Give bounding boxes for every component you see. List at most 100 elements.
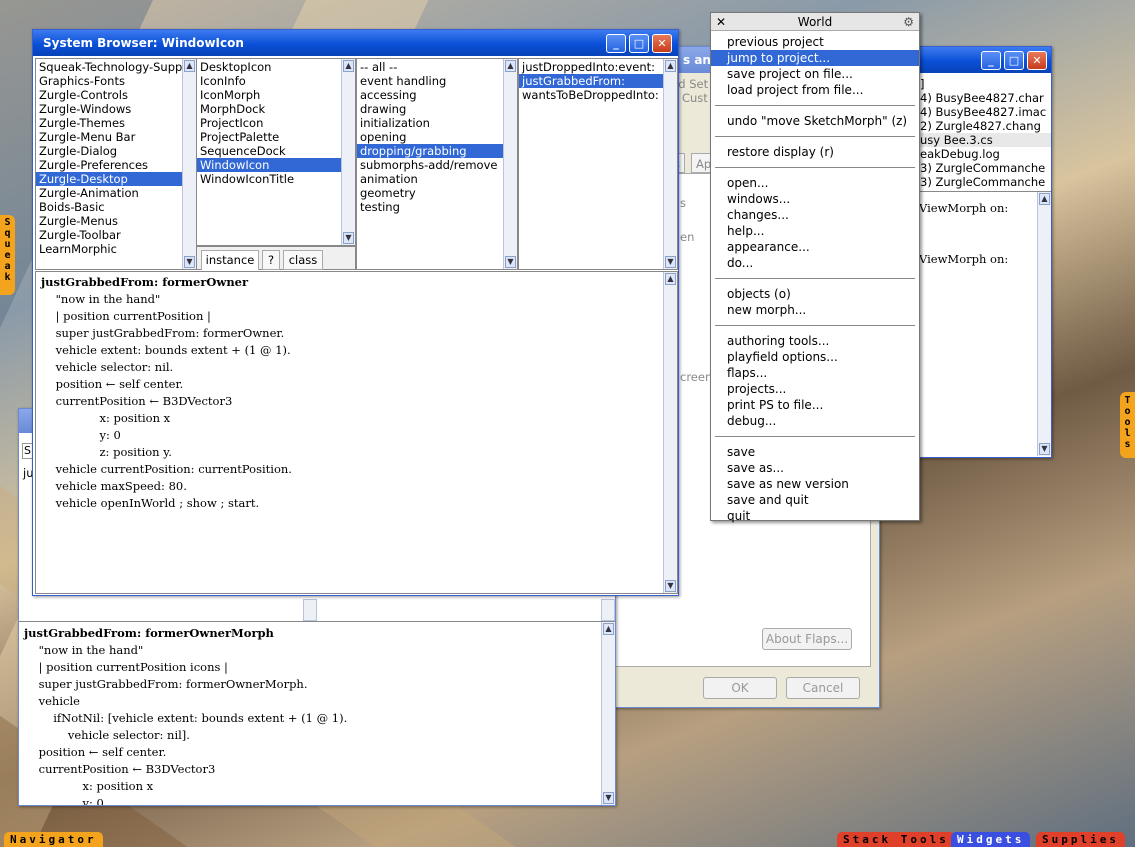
file-item[interactable]: 3) ZurgleCommanche [917,175,1051,189]
method-item[interactable]: wantsToBeDroppedInto: [519,88,677,102]
method-item[interactable]: justGrabbedFrom: [519,74,677,88]
close-button[interactable]: ✕ [652,34,672,53]
close-icon[interactable]: ✕ [716,13,726,31]
squeak-flap[interactable]: Squeak [0,215,15,295]
world-menu-item[interactable]: jump to project... [711,50,919,66]
category-scrollbar[interactable]: ▲ ▼ [182,59,196,269]
method-item[interactable]: justDroppedInto:event: [519,60,677,74]
protocol-item[interactable]: opening [357,130,517,144]
maximize-button[interactable]: □ [1004,51,1024,70]
class-list[interactable]: DesktopIcon IconInfo IconMorph MorphDock Pro… [196,58,356,246]
category-item[interactable]: Boids-Basic [36,200,196,214]
system-browser-window[interactable]: System Browser: WindowIcon _ □ ✕ Squeak-… [32,29,679,596]
cancel-button[interactable]: Cancel [786,677,860,699]
world-menu-item[interactable]: save project on file... [711,66,919,82]
system-browser-titlebar[interactable]: System Browser: WindowIcon _ □ ✕ [33,30,678,56]
world-menu-item[interactable]: changes... [711,207,919,223]
class-item[interactable]: MorphDock [197,102,355,116]
world-menu-item[interactable]: save as... [711,460,919,476]
method-list[interactable]: justDroppedInto:event: justGrabbedFrom: wa… [518,58,678,270]
class-item[interactable]: SequenceDock [197,144,355,158]
world-menu-item[interactable]: do... [711,255,919,271]
class-tab[interactable]: class [283,250,323,270]
file-item[interactable]: eakDebug.log [917,147,1051,161]
file-item[interactable]: ] [917,77,1051,91]
world-menu-item[interactable]: windows... [711,191,919,207]
back-code-scrollbar[interactable]: ▲ ▼ [601,622,615,805]
world-menu-item[interactable]: new morph... [711,302,919,318]
category-item[interactable]: Squeak-Technology-Supp [36,60,196,74]
file-item[interactable]: 3) ZurgleCommanche [917,161,1051,175]
widgets-flap[interactable]: Widgets [951,832,1031,847]
class-item[interactable]: WindowIcon [197,158,355,172]
file-item[interactable]: 4) BusyBee4827.imac [917,105,1051,119]
protocol-item[interactable]: animation [357,172,517,186]
method-scrollbar[interactable]: ▲ ▼ [663,59,677,269]
category-item[interactable]: Zurgle-Toolbar [36,228,196,242]
category-item[interactable]: Graphics-Fonts [36,74,196,88]
class-item[interactable]: DesktopIcon [197,60,355,74]
file-item[interactable]: usy Bee.3.cs [917,133,1051,147]
protocol-item[interactable]: initialization [357,116,517,130]
file-code-pane[interactable]: ViewMorph on: ViewMorph on: ▲ ▼ [917,191,1051,456]
category-item[interactable]: Zurgle-Dialog [36,144,196,158]
protocol-item[interactable]: accessing [357,88,517,102]
minimize-button[interactable]: _ [606,34,626,53]
category-item[interactable]: Zurgle-Controls [36,88,196,102]
class-item[interactable]: IconMorph [197,88,355,102]
ok-button[interactable]: OK [703,677,777,699]
protocol-item[interactable]: geometry [357,186,517,200]
category-item[interactable]: LearnMorphic [36,242,196,256]
protocol-item[interactable]: drawing [357,102,517,116]
supplies-flap[interactable]: Supplies [1036,832,1125,847]
pin-icon[interactable]: ⚙ [903,13,914,31]
about-flaps-button[interactable]: About Flaps... [762,628,852,650]
world-menu-item[interactable]: open... [711,175,919,191]
world-menu[interactable]: ✕ World ⚙ previous project jump to projec… [710,12,920,523]
world-menu-item[interactable]: undo "move SketchMorph" (z) [711,113,919,129]
world-menu-item[interactable]: restore display (r) [711,144,919,160]
world-menu-item[interactable]: save [711,444,919,460]
protocol-item[interactable]: event handling [357,74,517,88]
world-menu-item[interactable]: load project from file... [711,82,919,98]
instance-tab[interactable]: instance [201,250,259,270]
class-item[interactable]: WindowIconTitle [197,172,355,186]
close-button[interactable]: ✕ [1027,51,1047,70]
class-scrollbar[interactable]: ▲ ▼ [341,59,355,245]
category-item[interactable]: Zurgle-Menus [36,214,196,228]
file-item[interactable]: 4) BusyBee4827.char [917,91,1051,105]
class-item[interactable]: IconInfo [197,74,355,88]
back-scroll-stub-1[interactable] [303,599,317,621]
protocol-item[interactable]: testing [357,200,517,214]
file-code-scrollbar[interactable]: ▲ ▼ [1037,192,1051,456]
category-item[interactable]: Zurgle-Menu Bar [36,130,196,144]
category-item[interactable]: Zurgle-Animation [36,186,196,200]
class-item[interactable]: ProjectIcon [197,116,355,130]
category-list[interactable]: Squeak-Technology-Supp Graphics-Fonts Zurg… [35,58,197,270]
maximize-button[interactable]: □ [629,34,649,53]
class-item[interactable]: ProjectPalette [197,130,355,144]
world-menu-item[interactable]: appearance... [711,239,919,255]
protocol-scrollbar[interactable]: ▲ ▼ [503,59,517,269]
category-item[interactable]: Zurgle-Desktop [36,172,196,186]
file-item[interactable]: 2) Zurgle4827.chang [917,119,1051,133]
minimize-button[interactable]: _ [981,51,1001,70]
world-menu-item[interactable]: debug... [711,413,919,429]
help-tab[interactable]: ? [262,250,280,270]
world-menu-item[interactable]: flaps... [711,365,919,381]
world-menu-item[interactable]: projects... [711,381,919,397]
world-menu-item[interactable]: save as new version [711,476,919,492]
file-list-pane[interactable]: ] 4) BusyBee4827.char 4) BusyBee4827.imac 2… [917,77,1051,189]
world-menu-item[interactable]: previous project [711,34,919,50]
category-item[interactable]: Zurgle-Themes [36,116,196,130]
tools-flap[interactable]: Tools [1120,392,1135,458]
code-scrollbar[interactable]: ▲ ▼ [663,272,677,593]
category-item[interactable]: Zurgle-Windows [36,102,196,116]
back-scroll-stub-2[interactable] [601,599,615,621]
navigator-flap[interactable]: Navigator [4,832,103,847]
world-menu-item[interactable]: save and quit [711,492,919,508]
code-pane[interactable]: justGrabbedFrom: formerOwner "now in the… [35,271,678,594]
world-menu-item[interactable]: authoring tools... [711,333,919,349]
world-menu-item[interactable]: playfield options... [711,349,919,365]
category-item[interactable]: Zurgle-Preferences [36,158,196,172]
